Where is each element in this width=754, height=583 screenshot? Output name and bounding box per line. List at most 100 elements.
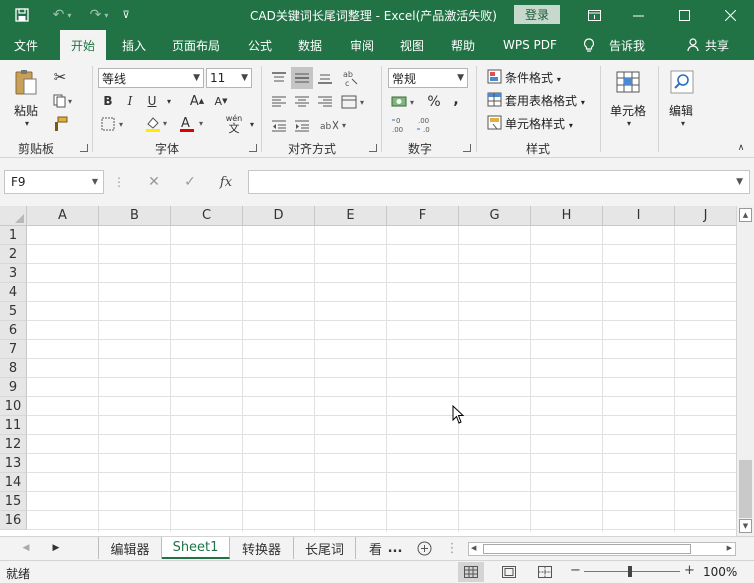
decrease-font-icon[interactable]: A ▼ [212,92,230,110]
zoom-in-icon[interactable]: + [684,563,695,578]
alignment-launcher-icon[interactable] [369,144,377,152]
align-bottom-icon[interactable] [316,68,334,88]
row-header-15[interactable]: 15 [0,492,27,511]
tab-splitter-icon[interactable]: ⋮ [446,537,459,559]
italic-button[interactable]: I [122,93,138,109]
increase-indent-icon[interactable] [293,116,311,136]
sheet-tab-truncated[interactable]: 看 [356,537,382,559]
column-header-f[interactable]: F [387,206,459,226]
fill-color-icon[interactable]: ▾ [143,114,173,134]
conditional-format-icon[interactable] [486,68,502,84]
collapse-ribbon-icon[interactable]: ∧ [734,142,748,154]
row-header-13[interactable]: 13 [0,454,27,473]
column-header-c[interactable]: C [171,206,243,226]
decrease-decimal-icon[interactable]: .00.0 [414,114,436,136]
tab-view[interactable]: 视图 [400,30,424,60]
zoom-level[interactable]: 100% [703,565,737,579]
font-size-combo[interactable]: 11 ▼ [206,68,252,88]
normal-view-icon[interactable] [458,562,484,582]
cell-styles-icon[interactable] [486,114,502,130]
cut-icon[interactable]: ✂ [50,67,70,87]
format-as-table-button[interactable]: 套用表格格式 ▾ [505,92,585,109]
row-header-3[interactable]: 3 [0,264,27,283]
copy-icon[interactable]: ▾ [48,91,80,111]
zoom-slider-thumb[interactable] [628,566,632,577]
tab-review[interactable]: 审阅 [350,30,374,60]
tell-me-search[interactable]: 告诉我 [609,30,645,60]
cells-dropdown-icon[interactable]: ▾ [624,118,634,128]
customize-toolbar-icon[interactable]: ⊽ [116,0,136,30]
tab-help[interactable]: 帮助 [451,30,475,60]
editing-dropdown-icon[interactable]: ▾ [678,118,688,128]
sheet-tab-longtail[interactable]: 长尾词 [294,537,356,559]
horizontal-scroll-thumb[interactable] [483,544,691,554]
select-all-corner[interactable] [0,206,27,226]
paste-dropdown-icon[interactable]: ▾ [22,118,32,128]
close-icon[interactable] [708,0,752,30]
enter-icon[interactable]: ✓ [176,170,204,194]
cell-styles-button[interactable]: 单元格样式 ▾ [505,115,573,132]
prev-sheet-icon[interactable]: ◀ [18,537,34,559]
formula-input[interactable]: ▼ [248,170,750,194]
sheet-tab-converter[interactable]: 转换器 [230,537,294,559]
column-header-h[interactable]: H [531,206,603,226]
column-header-a[interactable]: A [27,206,99,226]
phonetic-guide-icon[interactable]: wén 文 [218,112,250,136]
row-header-2[interactable]: 2 [0,245,27,264]
align-left-icon[interactable] [270,92,288,112]
row-header-7[interactable]: 7 [0,340,27,359]
tab-page-layout[interactable]: 页面布局 [172,30,220,60]
sheet-tab-sheet1[interactable]: Sheet1 [162,537,230,559]
save-icon[interactable] [8,0,36,30]
vertical-scroll-thumb[interactable] [739,460,752,518]
font-launcher-icon[interactable] [249,144,257,152]
minimize-icon[interactable] [616,0,660,30]
merge-center-icon[interactable]: ▾ [340,92,370,112]
cell-area[interactable] [27,226,736,532]
paste-icon[interactable] [12,66,40,100]
accounting-format-icon[interactable]: ▾ [390,92,420,112]
column-header-b[interactable]: B [99,206,171,226]
row-header-14[interactable]: 14 [0,473,27,492]
column-header-e[interactable]: E [315,206,387,226]
row-header-12[interactable]: 12 [0,435,27,454]
ribbon-display-icon[interactable] [572,0,616,30]
wrap-text-icon[interactable]: ab ▾ [318,115,352,135]
next-sheet-icon[interactable]: ▶ [48,537,64,559]
number-format-combo[interactable]: 常规 ▼ [388,68,468,88]
orientation-icon[interactable]: ab c [340,67,360,89]
insert-function-button[interactable]: fx [212,170,240,194]
share-button[interactable]: 共享 [705,30,729,60]
decrease-indent-icon[interactable] [270,116,288,136]
tab-home[interactable]: 开始 [60,30,106,60]
align-right-icon[interactable] [316,92,334,112]
row-header-9[interactable]: 9 [0,378,27,397]
align-middle-icon[interactable] [291,67,313,89]
page-break-view-icon[interactable] [532,562,558,582]
cancel-icon[interactable]: ✕ [140,170,168,194]
font-name-combo[interactable]: 等线 ▼ [98,68,204,88]
zoom-slider[interactable] [584,571,680,572]
align-center-icon[interactable] [293,92,311,112]
increase-font-icon[interactable]: A ▲ [188,92,206,110]
row-header-8[interactable]: 8 [0,359,27,378]
borders-icon[interactable]: ▾ [100,115,130,133]
cells-icon[interactable] [614,68,642,96]
vertical-scrollbar[interactable]: ▲ ▼ [736,206,754,536]
paste-label[interactable]: 粘贴 [14,102,38,119]
column-header-d[interactable]: D [243,206,315,226]
column-header-j[interactable]: J [675,206,736,226]
row-header-4[interactable]: 4 [0,283,27,302]
comma-style-button[interactable]: , [450,90,462,110]
horizontal-scrollbar[interactable]: ◀ ▶ [468,542,736,556]
phonetic-dropdown-icon[interactable]: ▾ [247,118,257,130]
format-as-table-icon[interactable] [486,91,502,107]
number-launcher-icon[interactable] [463,144,471,152]
column-header-i[interactable]: I [603,206,675,226]
conditional-format-button[interactable]: 条件格式 ▾ [505,69,561,86]
font-color-icon[interactable]: A ▾ [177,114,209,134]
scroll-up-icon[interactable]: ▲ [739,208,752,222]
cells-button[interactable]: 单元格 [610,102,646,119]
bold-button[interactable]: B [100,93,116,109]
column-header-g[interactable]: G [459,206,531,226]
